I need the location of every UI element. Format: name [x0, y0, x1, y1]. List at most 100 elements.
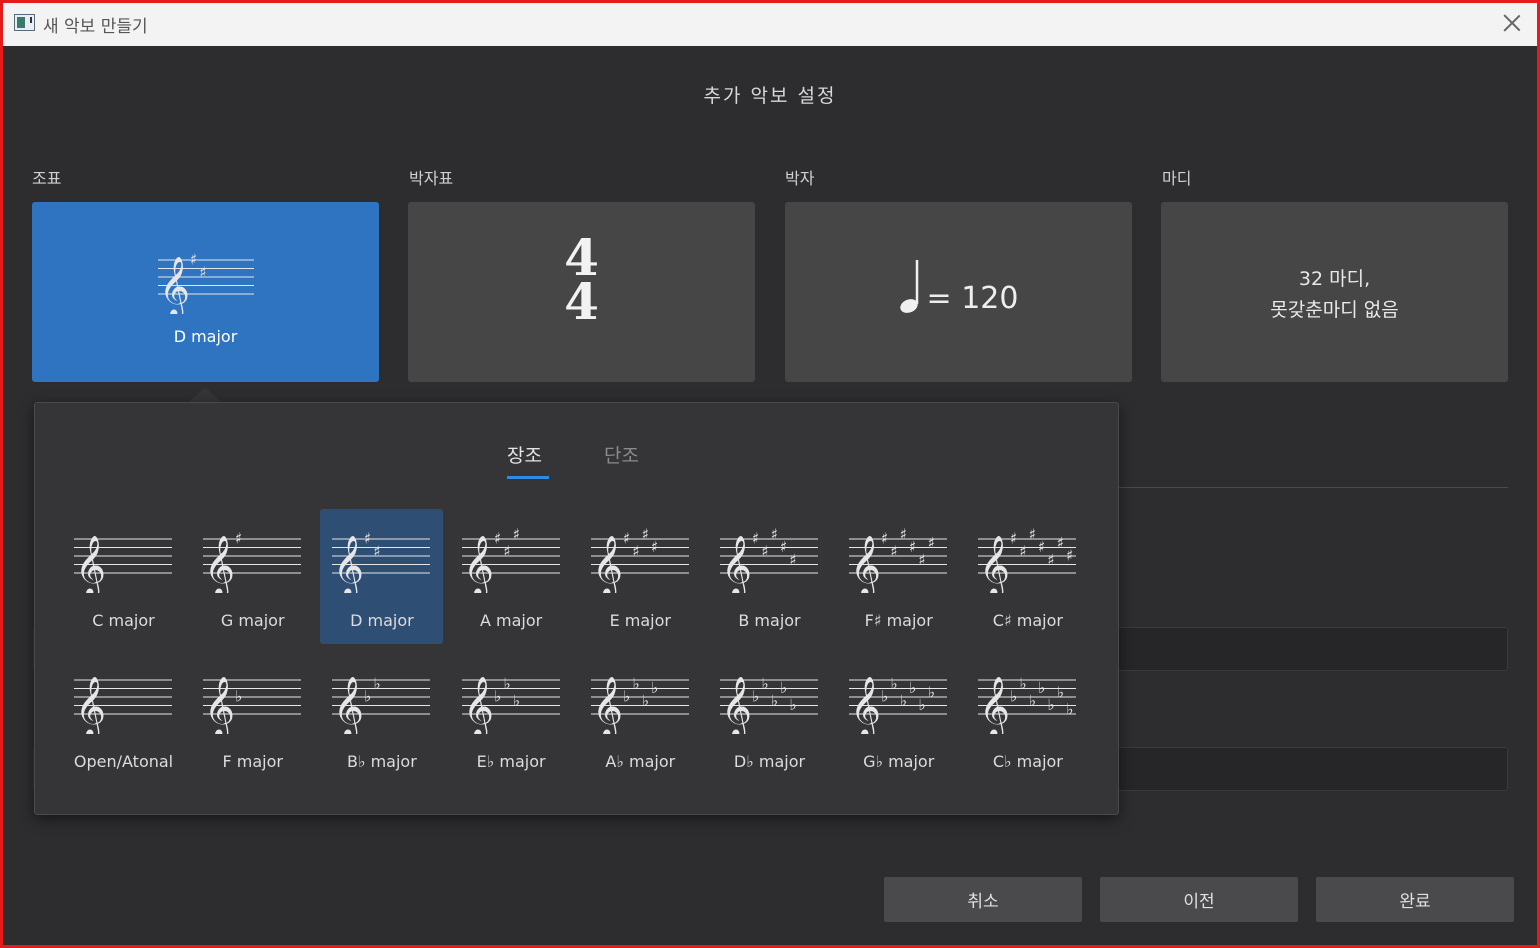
key-option-major-sharp-6[interactable]: 𝄞 ♯ ♯ ♯ ♯ ♯ ♯ F♯ major: [837, 509, 960, 644]
svg-text:♯: ♯: [190, 251, 197, 269]
svg-text:𝄞: 𝄞: [333, 676, 364, 734]
svg-text:♯: ♯: [235, 530, 242, 548]
pickup-measure-status: 못갖춘마디 없음: [1270, 299, 1399, 321]
active-tab-indicator: [507, 476, 549, 479]
key-signature-value: D major: [173, 327, 238, 346]
svg-text:𝄞: 𝄞: [204, 676, 235, 734]
window-title: 새 악보 만들기: [43, 17, 148, 37]
svg-text:♯: ♯: [900, 525, 907, 543]
key-option-label: D♭ major: [733, 752, 806, 771]
title-bar: 새 악보 만들기: [3, 3, 1537, 46]
svg-text:♯: ♯: [909, 538, 916, 556]
measures-card[interactable]: 32 마디, 못갖춘마디 없음: [1161, 202, 1508, 382]
key-option-major-flat-7[interactable]: 𝄞 ♭ ♭ ♭ ♭ ♭ ♭ ♭ C♭ major: [966, 650, 1089, 785]
svg-text:♯: ♯: [891, 542, 898, 560]
quarter-note-icon: [899, 260, 918, 313]
back-button[interactable]: 이전: [1100, 877, 1298, 922]
key-option-label: E♭ major: [476, 752, 546, 771]
svg-text:♭: ♭: [752, 688, 759, 706]
key-signature-staff-icon: 𝄞: [74, 535, 172, 593]
key-option-major-sharp-7[interactable]: 𝄞 ♯ ♯ ♯ ♯ ♯ ♯ ♯ C♯ major: [966, 509, 1089, 644]
app-icon: [14, 14, 35, 31]
svg-text:♯: ♯: [512, 525, 519, 543]
key-option-label: E major: [609, 611, 671, 630]
svg-text:♭: ♭: [1038, 679, 1045, 697]
svg-text:♭: ♭: [364, 688, 371, 706]
key-signature-staff-icon: 𝄞♯♯: [332, 530, 431, 593]
svg-text:♭: ♭: [503, 675, 510, 693]
svg-text:♯: ♯: [1038, 538, 1045, 556]
svg-text:𝄞: 𝄞: [463, 676, 494, 734]
key-signature-staff-icon: 𝄞 ♭♭♭♭♭♭: [849, 675, 948, 734]
key-option-major-sharp-0[interactable]: 𝄞 C major: [62, 509, 185, 644]
svg-text:𝄞: 𝄞: [721, 676, 752, 734]
key-option-major-flat-5[interactable]: 𝄞 ♭ ♭ ♭ ♭ ♭ D♭ major: [708, 650, 831, 785]
key-signature-staff-icon: 𝄞 ♭♭: [332, 675, 431, 734]
svg-text:♯: ♯: [1020, 542, 1027, 560]
key-signature-staff-icon: 𝄞 ♯♯♯: [461, 525, 560, 593]
key-option-major-flat-4[interactable]: 𝄞 ♭ ♭ ♭ ♭ A♭ major: [579, 650, 702, 785]
close-icon[interactable]: [1501, 12, 1523, 34]
svg-text:♭: ♭: [928, 683, 935, 701]
svg-text:♭: ♭: [1020, 675, 1027, 693]
key-option-major-flat-3[interactable]: 𝄞 ♭ ♭ ♭ E♭ major: [450, 650, 573, 785]
key-option-label: D major: [350, 611, 414, 630]
svg-text:♯: ♯: [919, 551, 926, 569]
svg-text:𝄞: 𝄞: [463, 535, 494, 593]
tempo-value: = 120: [926, 281, 1019, 316]
key-option-major-sharp-2[interactable]: 𝄞 ♯ ♯ D major: [320, 509, 444, 644]
key-option-major-flat-0[interactable]: 𝄞 Open/Atonal: [62, 650, 185, 785]
svg-text:♯: ♯: [1048, 551, 1055, 569]
key-option-major-sharp-1[interactable]: 𝄞 ♯ G major: [191, 509, 314, 644]
key-option-major-sharp-5[interactable]: 𝄞 ♯ ♯ ♯ ♯ ♯ B major: [708, 509, 831, 644]
svg-text:♯: ♯: [503, 542, 510, 560]
svg-text:𝄞: 𝄞: [592, 535, 623, 593]
svg-text:♯: ♯: [928, 534, 935, 552]
time-signature-glyph: 4 4: [408, 233, 755, 327]
svg-text:♭: ♭: [623, 688, 630, 706]
key-signature-label: 조표: [32, 169, 62, 188]
svg-text:♯: ♯: [881, 530, 888, 548]
svg-text:𝄞: 𝄞: [979, 535, 1010, 593]
svg-text:♯: ♯: [789, 551, 796, 569]
svg-text:♭: ♭: [761, 675, 768, 693]
key-option-label: B♭ major: [346, 752, 417, 771]
svg-text:𝄞: 𝄞: [721, 535, 752, 593]
key-option-major-sharp-3[interactable]: 𝄞 ♯ ♯ ♯ A major: [450, 509, 573, 644]
key-signature-card[interactable]: 𝄞 ♯ ♯ D major: [32, 202, 379, 382]
key-signature-staff-icon: 𝄞 ♯♯♯♯♯: [720, 525, 818, 593]
tempo-card[interactable]: = 120: [785, 202, 1132, 382]
svg-text:♭: ♭: [771, 692, 778, 710]
key-option-major-flat-2[interactable]: 𝄞 ♭ ♭ B♭ major: [320, 650, 443, 785]
key-signature-staff-icon: 𝄞 ♯♯♯♯♯♯♯: [978, 525, 1077, 593]
key-option-label: G major: [220, 611, 285, 630]
svg-text:♭: ♭: [919, 696, 926, 714]
key-signature-staff-icon: 𝄞: [74, 676, 172, 734]
svg-text:♯: ♯: [780, 538, 787, 556]
svg-text:♯: ♯: [1029, 525, 1036, 543]
svg-text:♭: ♭: [1029, 692, 1036, 710]
tab-major[interactable]: 장조: [507, 441, 542, 468]
key-signature-staff-icon: 𝄞 ♭♭♭♭: [590, 675, 689, 734]
key-option-major-sharp-4[interactable]: 𝄞 ♯ ♯ ♯ ♯ E major: [579, 509, 702, 644]
key-option-label: G♭ major: [863, 752, 935, 771]
key-signature-staff-icon: 𝄞♯♯: [158, 246, 254, 319]
key-option-major-flat-6[interactable]: 𝄞 ♭ ♭ ♭ ♭ ♭ ♭ G♭ major: [837, 650, 960, 785]
svg-text:♭: ♭: [494, 688, 501, 706]
svg-text:♯: ♯: [374, 542, 381, 560]
svg-text:♯: ♯: [1057, 534, 1064, 552]
measures-label: 마디: [1162, 169, 1192, 188]
cancel-button[interactable]: 취소: [884, 877, 1082, 922]
tempo-display: = 120: [785, 258, 1132, 316]
key-option-label: A major: [479, 611, 543, 630]
key-option-major-flat-1[interactable]: 𝄞 ♭ F major: [191, 650, 314, 785]
finish-button[interactable]: 완료: [1316, 877, 1514, 922]
key-signature-staff-icon: 𝄞 ♯♯♯♯: [590, 525, 689, 593]
key-option-label: F♯ major: [864, 611, 933, 630]
svg-text:♭: ♭: [1057, 683, 1064, 701]
svg-text:♯: ♯: [199, 263, 206, 281]
tab-minor[interactable]: 단조: [604, 441, 639, 468]
key-option-label: F major: [222, 752, 283, 771]
svg-text:♭: ♭: [235, 688, 242, 706]
time-signature-card[interactable]: 4 4: [408, 202, 755, 382]
